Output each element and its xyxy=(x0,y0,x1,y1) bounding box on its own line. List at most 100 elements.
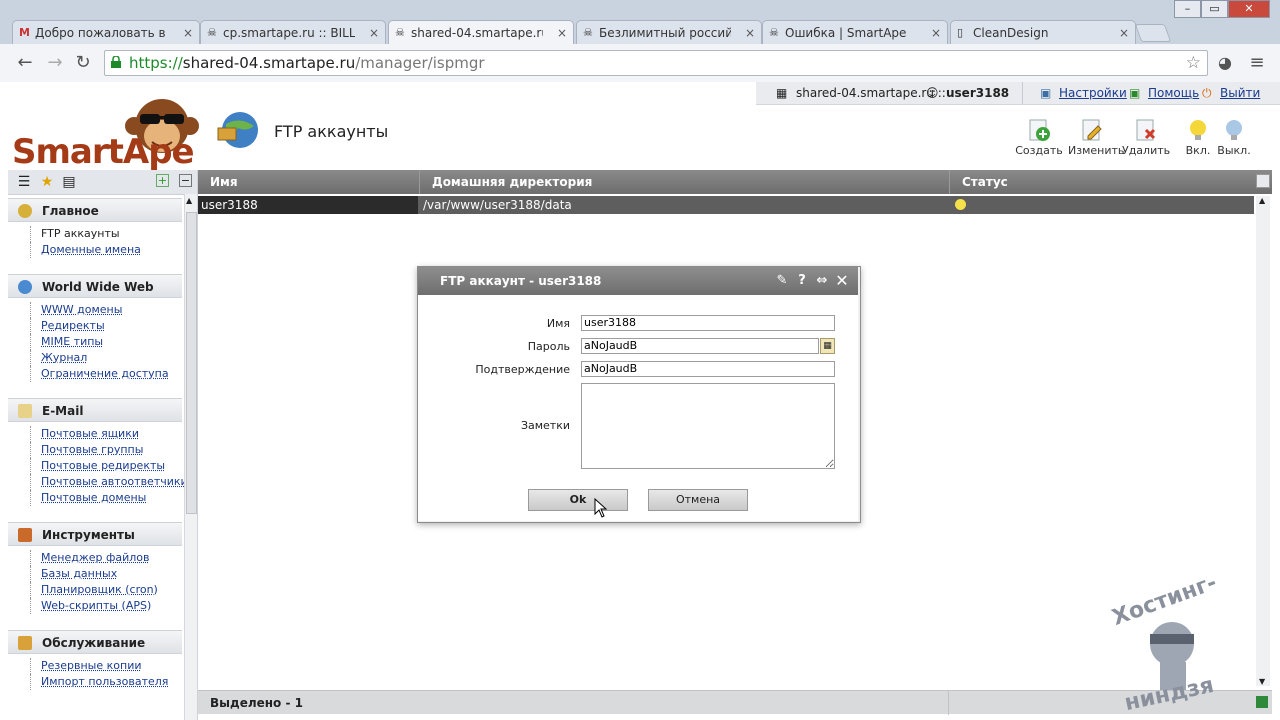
tab-error[interactable]: ☠ Ошибка | SmartApe × xyxy=(762,20,948,44)
pin-icon[interactable]: ✎ xyxy=(774,267,790,295)
sidebar-item-file-manager[interactable]: Менеджер файлов xyxy=(30,550,182,566)
sidebar-item-databases[interactable]: Базы данных xyxy=(30,566,182,582)
column-header-status[interactable]: Статус xyxy=(950,170,1256,194)
window-close-button[interactable]: ✕ xyxy=(1228,0,1270,18)
tab-cp-smartape[interactable]: ☠ cp.smartape.ru :: BILLma × xyxy=(200,20,386,44)
export-excel-icon[interactable] xyxy=(1256,696,1268,708)
section-header[interactable]: Обслуживание xyxy=(8,630,182,654)
section-header[interactable]: Инструменты xyxy=(8,522,182,546)
menu-icon[interactable]: ≡ xyxy=(1246,52,1268,74)
ok-button[interactable]: Ok xyxy=(528,489,628,511)
help-icon[interactable]: ? xyxy=(794,267,810,295)
settings-link[interactable]: Настройки xyxy=(1059,82,1127,104)
section-title: World Wide Web xyxy=(42,280,154,294)
section-title: Главное xyxy=(42,204,99,218)
create-button[interactable]: Создать xyxy=(1015,118,1063,157)
close-icon[interactable]: × xyxy=(369,21,379,44)
ftp-account-dialog: FTP аккаунт - user3188 ✎ ? ⇔ ✕ Имя Парол… xyxy=(417,266,861,523)
close-icon[interactable]: × xyxy=(183,21,193,44)
sidebar-item-access[interactable]: Ограничение доступа xyxy=(30,366,182,382)
bookmark-star-icon[interactable]: ☆ xyxy=(1186,51,1201,75)
back-icon[interactable]: ← xyxy=(14,52,36,74)
sidebar-item-backups[interactable]: Резервные копии xyxy=(30,658,182,674)
sidebar-item-label: MIME типы xyxy=(41,335,104,348)
close-icon[interactable]: × xyxy=(557,21,567,44)
column-settings-icon[interactable] xyxy=(1256,174,1270,188)
scroll-up-icon[interactable]: ▲ xyxy=(1259,196,1265,205)
table-scrollbar[interactable]: ▲ ▼ xyxy=(1256,196,1270,686)
sidebar-item-autoresponders[interactable]: Почтовые автоответчики xyxy=(30,474,188,490)
tab-cleandesign[interactable]: ▯ CleanDesign × xyxy=(950,20,1136,44)
section-title: E-Mail xyxy=(42,404,84,418)
smartape-logo[interactable]: SmartApe xyxy=(12,92,202,172)
sidebar-item-mail-redirects[interactable]: Почтовые редиректы xyxy=(30,458,182,474)
reload-icon[interactable]: ↻ xyxy=(72,52,94,74)
sidebar-item-log[interactable]: Журнал xyxy=(30,350,182,366)
edit-button[interactable]: Изменить xyxy=(1068,118,1124,157)
sidebar-item-ftp-accounts[interactable]: FTP аккаунты xyxy=(30,226,182,242)
password-field[interactable] xyxy=(581,338,819,354)
close-icon[interactable]: × xyxy=(745,21,755,44)
name-label: Имя xyxy=(546,317,570,330)
extension-icon[interactable]: ◕ xyxy=(1214,52,1236,74)
delete-button[interactable]: Удалить xyxy=(1122,118,1170,157)
forward-icon[interactable]: → xyxy=(44,52,66,74)
scrollbar-thumb[interactable] xyxy=(186,212,197,514)
briefcase-icon[interactable]: ▤ xyxy=(61,174,77,190)
section-header[interactable]: E-Mail xyxy=(8,398,182,422)
close-icon[interactable]: × xyxy=(931,21,941,44)
collapse-all-icon[interactable]: − xyxy=(179,174,192,187)
sidebar-item-www-domains[interactable]: WWW домены xyxy=(30,302,182,318)
disable-button[interactable]: Выкл. xyxy=(1210,118,1258,157)
sidebar-item-label: FTP аккаунты xyxy=(41,227,120,240)
notes-textarea[interactable] xyxy=(581,383,835,469)
column-header-name[interactable]: Имя xyxy=(198,170,420,194)
sidebar-item-label: Ограничение доступа xyxy=(41,367,169,380)
ftp-globe-icon xyxy=(217,112,258,148)
minimize-button[interactable]: – xyxy=(1174,0,1201,18)
sidebar-item-mailboxes[interactable]: Почтовые ящики xyxy=(30,426,182,442)
resize-icon[interactable]: ⇔ xyxy=(814,267,830,295)
sidebar-item-import-user[interactable]: Импорт пользователя xyxy=(30,674,182,690)
logo-text: SmartApe xyxy=(12,132,195,172)
maximize-button[interactable]: ▭ xyxy=(1201,0,1228,18)
dialog-title-bar[interactable]: FTP аккаунт - user3188 ✎ ? ⇔ ✕ xyxy=(418,267,858,295)
delete-label: Удалить xyxy=(1122,144,1171,157)
section-header[interactable]: World Wide Web xyxy=(8,274,182,298)
sidebar-item-domains[interactable]: Доменные имена xyxy=(30,242,182,258)
name-field[interactable] xyxy=(581,315,835,331)
sidebar-item-mime[interactable]: MIME типы xyxy=(30,334,182,350)
sidebar-item-mail-domains[interactable]: Почтовые домены xyxy=(30,490,182,506)
section-header[interactable]: Главное xyxy=(8,198,182,222)
close-icon[interactable]: ✕ xyxy=(834,267,850,295)
close-icon[interactable]: × xyxy=(1119,21,1129,44)
column-header-home[interactable]: Домашняя директория xyxy=(420,170,950,194)
sidebar-item-mail-groups[interactable]: Почтовые группы xyxy=(30,442,182,458)
tab-bezlimit[interactable]: ☠ Безлимитный российск × xyxy=(576,20,762,44)
help-link[interactable]: Помощь xyxy=(1148,82,1199,104)
sidebar-item-web-scripts[interactable]: Web-скрипты (APS) xyxy=(30,598,182,614)
sidebar-item-label: Почтовые автоответчики xyxy=(41,475,188,488)
confirm-password-field[interactable] xyxy=(581,361,835,377)
cancel-button[interactable]: Отмена xyxy=(648,489,748,511)
list-view-icon[interactable]: ☰ xyxy=(16,174,32,190)
logout-link[interactable]: Выйти xyxy=(1220,82,1260,104)
table-row[interactable]: user3188 /var/www/user3188/data xyxy=(198,196,1254,214)
sidebar-item-label: Резервные копии xyxy=(41,659,142,672)
page: ▦ shared-04.smartape.ru :: ☺ user3188 ▣ … xyxy=(0,82,1280,720)
sidebar-item-label: Почтовые домены xyxy=(41,491,147,504)
tab-shared-04[interactable]: ☠ shared-04.smartape.ru :: × xyxy=(388,20,574,44)
sidebar-scrollbar[interactable]: ▲ xyxy=(184,194,197,720)
scroll-up-icon[interactable]: ▲ xyxy=(186,196,192,205)
generate-password-icon[interactable]: ▦ xyxy=(820,338,835,354)
address-bar[interactable]: https://shared-04.smartape.ru/manager/is… xyxy=(104,50,1208,76)
maintenance-icon xyxy=(18,636,32,650)
scroll-down-icon[interactable]: ▼ xyxy=(1259,677,1265,686)
selected-count: Выделено - 1 xyxy=(210,696,303,710)
favorites-star-icon[interactable]: ★ xyxy=(39,174,55,190)
sidebar-item-cron[interactable]: Планировщик (cron) xyxy=(30,582,182,598)
expand-all-icon[interactable]: + xyxy=(156,174,169,187)
new-tab-button[interactable] xyxy=(1134,24,1172,42)
sidebar-item-redirects[interactable]: Редиректы xyxy=(30,318,182,334)
tab-gmail[interactable]: M Добро пожаловать в Bill × xyxy=(12,20,200,44)
